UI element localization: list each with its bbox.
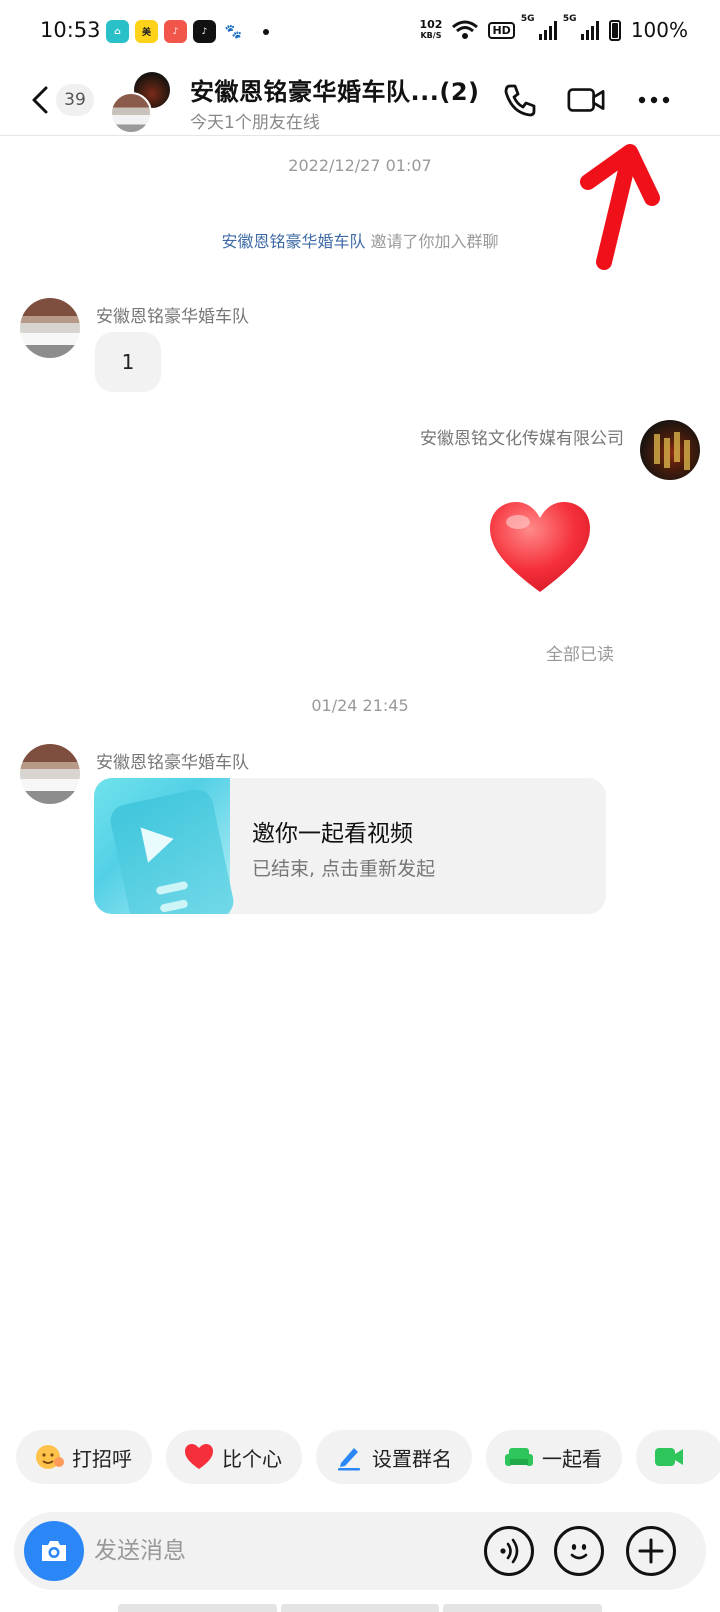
quick-action-label: 比个心	[222, 1446, 282, 1471]
wifi-icon	[452, 20, 479, 39]
message-timestamp: 01/24 21:45	[311, 696, 409, 715]
hd-badge: HD	[488, 21, 515, 39]
sender-name: 安徽恩铭豪华婚车队	[96, 307, 249, 327]
card-title: 邀你一起看视频	[252, 821, 413, 847]
signal-sim1-icon: 5G	[521, 14, 557, 40]
more-options-icon[interactable]	[634, 80, 674, 120]
plus-icon	[638, 1538, 664, 1564]
watch-video-thumbnail-icon	[94, 778, 237, 914]
message-bubble[interactable]: 1	[95, 332, 161, 392]
smiley-icon	[570, 1544, 588, 1560]
quick-action-label: 打招呼	[72, 1446, 132, 1471]
status-time: 10:53	[40, 18, 101, 42]
system-message: 安徽恩铭豪华婚车队 邀请了你加入群聊	[0, 228, 720, 252]
phone-call-icon[interactable]	[500, 80, 540, 120]
group-member-avatar-2	[110, 92, 152, 134]
sofa-icon	[504, 1442, 534, 1472]
quick-actions-bar: 打招呼 比个心 设置群名 一起看	[16, 1430, 720, 1484]
back-arrow-icon[interactable]	[28, 82, 52, 118]
quick-action-label: 设置群名	[372, 1446, 452, 1471]
sender-avatar[interactable]	[20, 298, 80, 358]
inviter-link[interactable]: 安徽恩铭豪华婚车队	[221, 232, 365, 251]
watch-together-card[interactable]: 邀你一起看视频 已结束, 点击重新发起	[94, 778, 606, 914]
message-input-bar	[14, 1512, 706, 1590]
sender-avatar[interactable]	[20, 744, 80, 804]
online-status: 今天1个朋友在线	[190, 113, 320, 133]
notification-icons: ⌂ 美 ♪ ♪ 🐾	[106, 20, 269, 43]
quick-action-video[interactable]	[636, 1430, 720, 1484]
home-app-icon: ⌂	[106, 20, 129, 43]
wave-emoji-icon	[34, 1442, 64, 1472]
net-speed: 102 KB/S	[419, 18, 443, 40]
chat-title[interactable]: 安徽恩铭豪华婚车队...(2)	[190, 72, 480, 107]
message-timestamp: 2022/12/27 01:07	[288, 156, 432, 175]
message-input[interactable]	[94, 1531, 474, 1571]
add-more-button[interactable]	[626, 1526, 676, 1576]
heart-emoji-message[interactable]	[488, 500, 592, 596]
tiktok-app-icon: ♪	[193, 20, 216, 43]
camera-icon	[42, 1541, 66, 1561]
camera-button[interactable]	[24, 1521, 84, 1581]
self-avatar[interactable]	[640, 420, 700, 480]
card-subtitle: 已结束, 点击重新发起	[252, 858, 436, 880]
chat-header: 39 安徽恩铭豪华婚车队...(2) 今天1个朋友在线	[0, 64, 720, 136]
video-call-icon[interactable]	[566, 80, 606, 120]
bottom-panel-handle	[118, 1604, 603, 1612]
quick-action-greet[interactable]: 打招呼	[16, 1430, 152, 1484]
pen-icon	[334, 1442, 364, 1472]
signal-sim2-icon: 5G	[563, 14, 599, 40]
unread-count-badge[interactable]: 39	[56, 84, 94, 116]
read-status: 全部已读	[546, 645, 614, 665]
voice-wave-icon	[500, 1538, 519, 1564]
quick-action-watch-together[interactable]: 一起看	[486, 1430, 622, 1484]
status-bar: 10:53 ⌂ 美 ♪ ♪ 🐾 102 KB/S HD 5G 5G 100%	[0, 0, 720, 64]
voice-button[interactable]	[484, 1526, 534, 1576]
music-app-icon: ♪	[164, 20, 187, 43]
video-chip-icon	[654, 1442, 684, 1472]
battery-icon	[608, 19, 621, 41]
sender-name-self: 安徽恩铭文化传媒有限公司	[420, 429, 624, 449]
quick-action-label: 一起看	[542, 1446, 602, 1471]
quick-action-heart[interactable]: 比个心	[166, 1430, 302, 1484]
status-indicators: 102 KB/S HD 5G 5G 100%	[419, 14, 689, 42]
system-message-text: 邀请了你加入群聊	[365, 232, 499, 251]
sender-name: 安徽恩铭豪华婚车队	[96, 753, 249, 773]
battery-percent: 100%	[630, 18, 688, 42]
heart-icon	[184, 1442, 214, 1472]
emoji-button[interactable]	[554, 1526, 604, 1576]
meituan-app-icon: 美	[135, 20, 158, 43]
more-notifications-icon	[263, 28, 269, 35]
baidu-app-icon: 🐾	[222, 20, 245, 43]
group-avatar[interactable]	[110, 70, 176, 134]
quick-action-set-group-name[interactable]: 设置群名	[316, 1430, 472, 1484]
